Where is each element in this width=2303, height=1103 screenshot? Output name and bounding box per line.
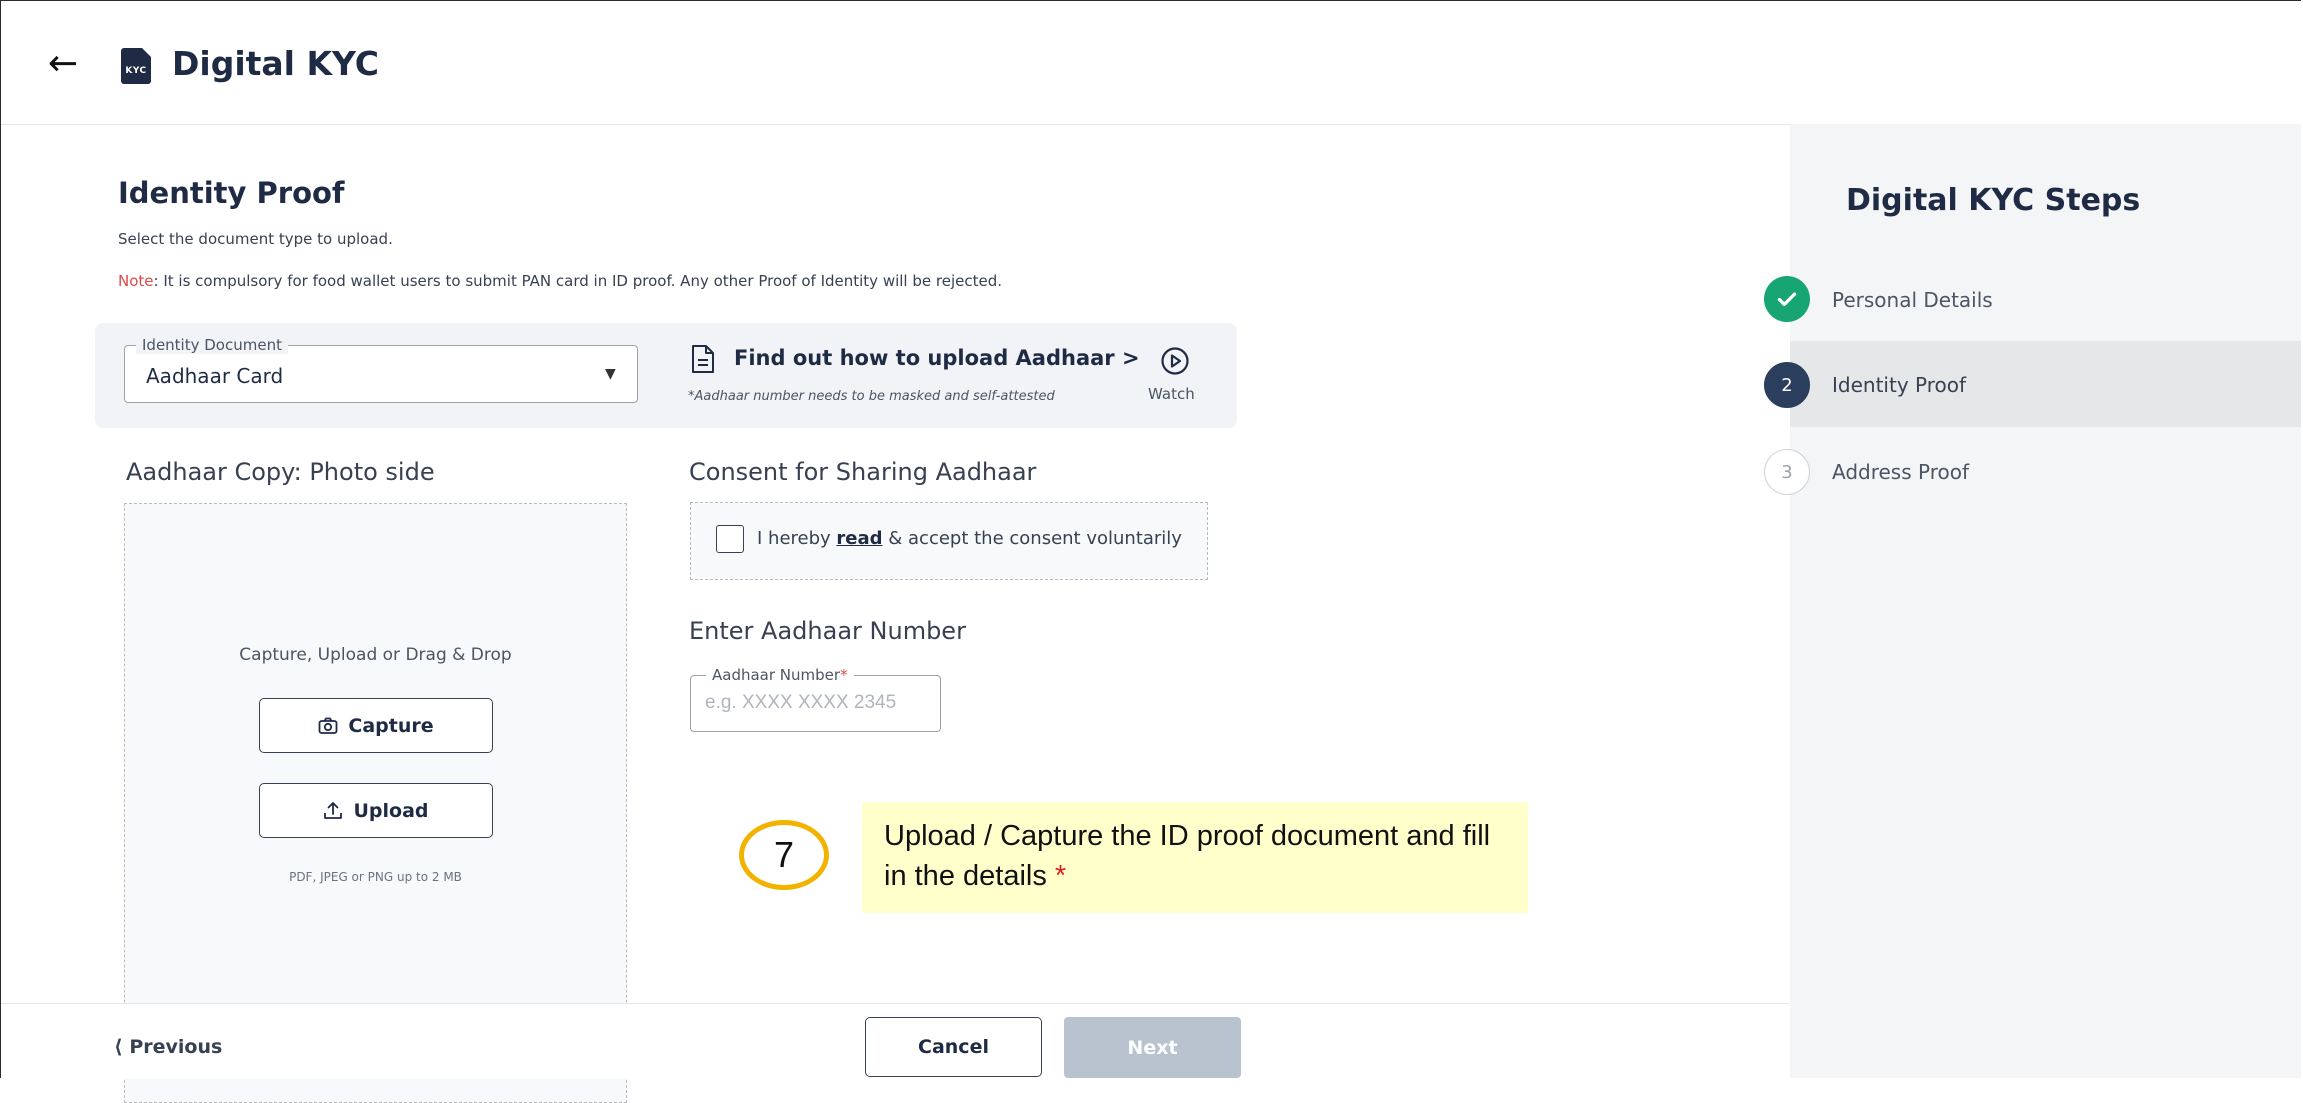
step-number-badge: 2 bbox=[1764, 362, 1810, 408]
page-title: Digital KYC bbox=[172, 44, 379, 83]
annotation-asterisk: * bbox=[1054, 860, 1067, 892]
note-label: Note bbox=[118, 272, 154, 290]
consent-text-before: I hereby bbox=[757, 528, 837, 549]
identity-document-value: Aadhaar Card bbox=[146, 364, 284, 388]
annotation-step-badge: 7 bbox=[739, 820, 829, 890]
consent-text-after: & accept the consent voluntarily bbox=[882, 528, 1182, 549]
cancel-button[interactable]: Cancel bbox=[865, 1017, 1042, 1077]
consent-heading: Consent for Sharing Aadhaar bbox=[689, 458, 1037, 486]
step-label: Address Proof bbox=[1832, 460, 1970, 484]
consent-checkbox[interactable] bbox=[716, 525, 744, 553]
caret-down-icon[interactable]: ▼ bbox=[605, 366, 616, 382]
step-number-badge: 3 bbox=[1764, 449, 1810, 495]
step-label: Identity Proof bbox=[1832, 373, 1967, 397]
dropzone-hint: Capture, Upload or Drag & Drop bbox=[239, 645, 512, 665]
check-circle-icon bbox=[1764, 276, 1810, 322]
identity-document-label: Identity Document bbox=[136, 336, 288, 354]
how-to-upload-link[interactable]: Find out how to upload Aadhaar > bbox=[734, 346, 1140, 370]
capture-button[interactable]: Capture bbox=[259, 698, 493, 753]
annotation-callout: Upload / Capture the ID proof document a… bbox=[862, 802, 1528, 913]
logo-text: KYC bbox=[125, 66, 147, 76]
upload-icon bbox=[324, 801, 343, 819]
upload-heading: Aadhaar Copy: Photo side bbox=[126, 458, 435, 486]
kyc-document-icon: KYC bbox=[121, 48, 151, 84]
previous-button[interactable]: ⟨ Previous bbox=[114, 1036, 222, 1058]
annotation-text: Upload / Capture the ID proof document a… bbox=[884, 816, 1506, 896]
watch-label[interactable]: Watch bbox=[1148, 385, 1195, 403]
file-limits-hint: PDF, JPEG or PNG up to 2 MB bbox=[289, 870, 462, 884]
step-label: Personal Details bbox=[1832, 288, 1993, 312]
section-title: Identity Proof bbox=[118, 176, 345, 210]
consent-text: I hereby read & accept the consent volun… bbox=[757, 528, 1182, 549]
aadhaar-heading: Enter Aadhaar Number bbox=[689, 617, 966, 645]
read-consent-link[interactable]: read bbox=[836, 528, 882, 549]
aadhaar-number-label: Aadhaar Number* bbox=[706, 666, 854, 684]
annotation-body: Upload / Capture the ID proof document a… bbox=[884, 820, 1491, 892]
required-mark: * bbox=[840, 666, 848, 684]
document-icon bbox=[692, 345, 714, 373]
upload-label: Upload bbox=[353, 799, 429, 822]
masking-note: *Aadhaar number needs to be masked and s… bbox=[688, 389, 1055, 404]
play-circle-icon[interactable] bbox=[1160, 346, 1190, 376]
capture-label: Capture bbox=[348, 714, 434, 737]
upload-button[interactable]: Upload bbox=[259, 783, 493, 838]
back-arrow-icon[interactable]: ← bbox=[48, 46, 78, 82]
section-subtitle: Select the document type to upload. bbox=[118, 230, 393, 248]
compliance-note: Note: It is compulsory for food wallet u… bbox=[118, 272, 1002, 290]
steps-title: Digital KYC Steps bbox=[1846, 183, 2141, 218]
aadhaar-label-text: Aadhaar Number bbox=[712, 666, 841, 684]
previous-label: Previous bbox=[129, 1036, 223, 1058]
next-button[interactable]: Next bbox=[1064, 1017, 1241, 1078]
chevron-left-icon: ⟨ bbox=[114, 1036, 130, 1058]
aadhaar-number-input[interactable] bbox=[691, 688, 945, 718]
note-text: : It is compulsory for food wallet users… bbox=[153, 272, 1002, 290]
camera-icon bbox=[318, 717, 338, 734]
